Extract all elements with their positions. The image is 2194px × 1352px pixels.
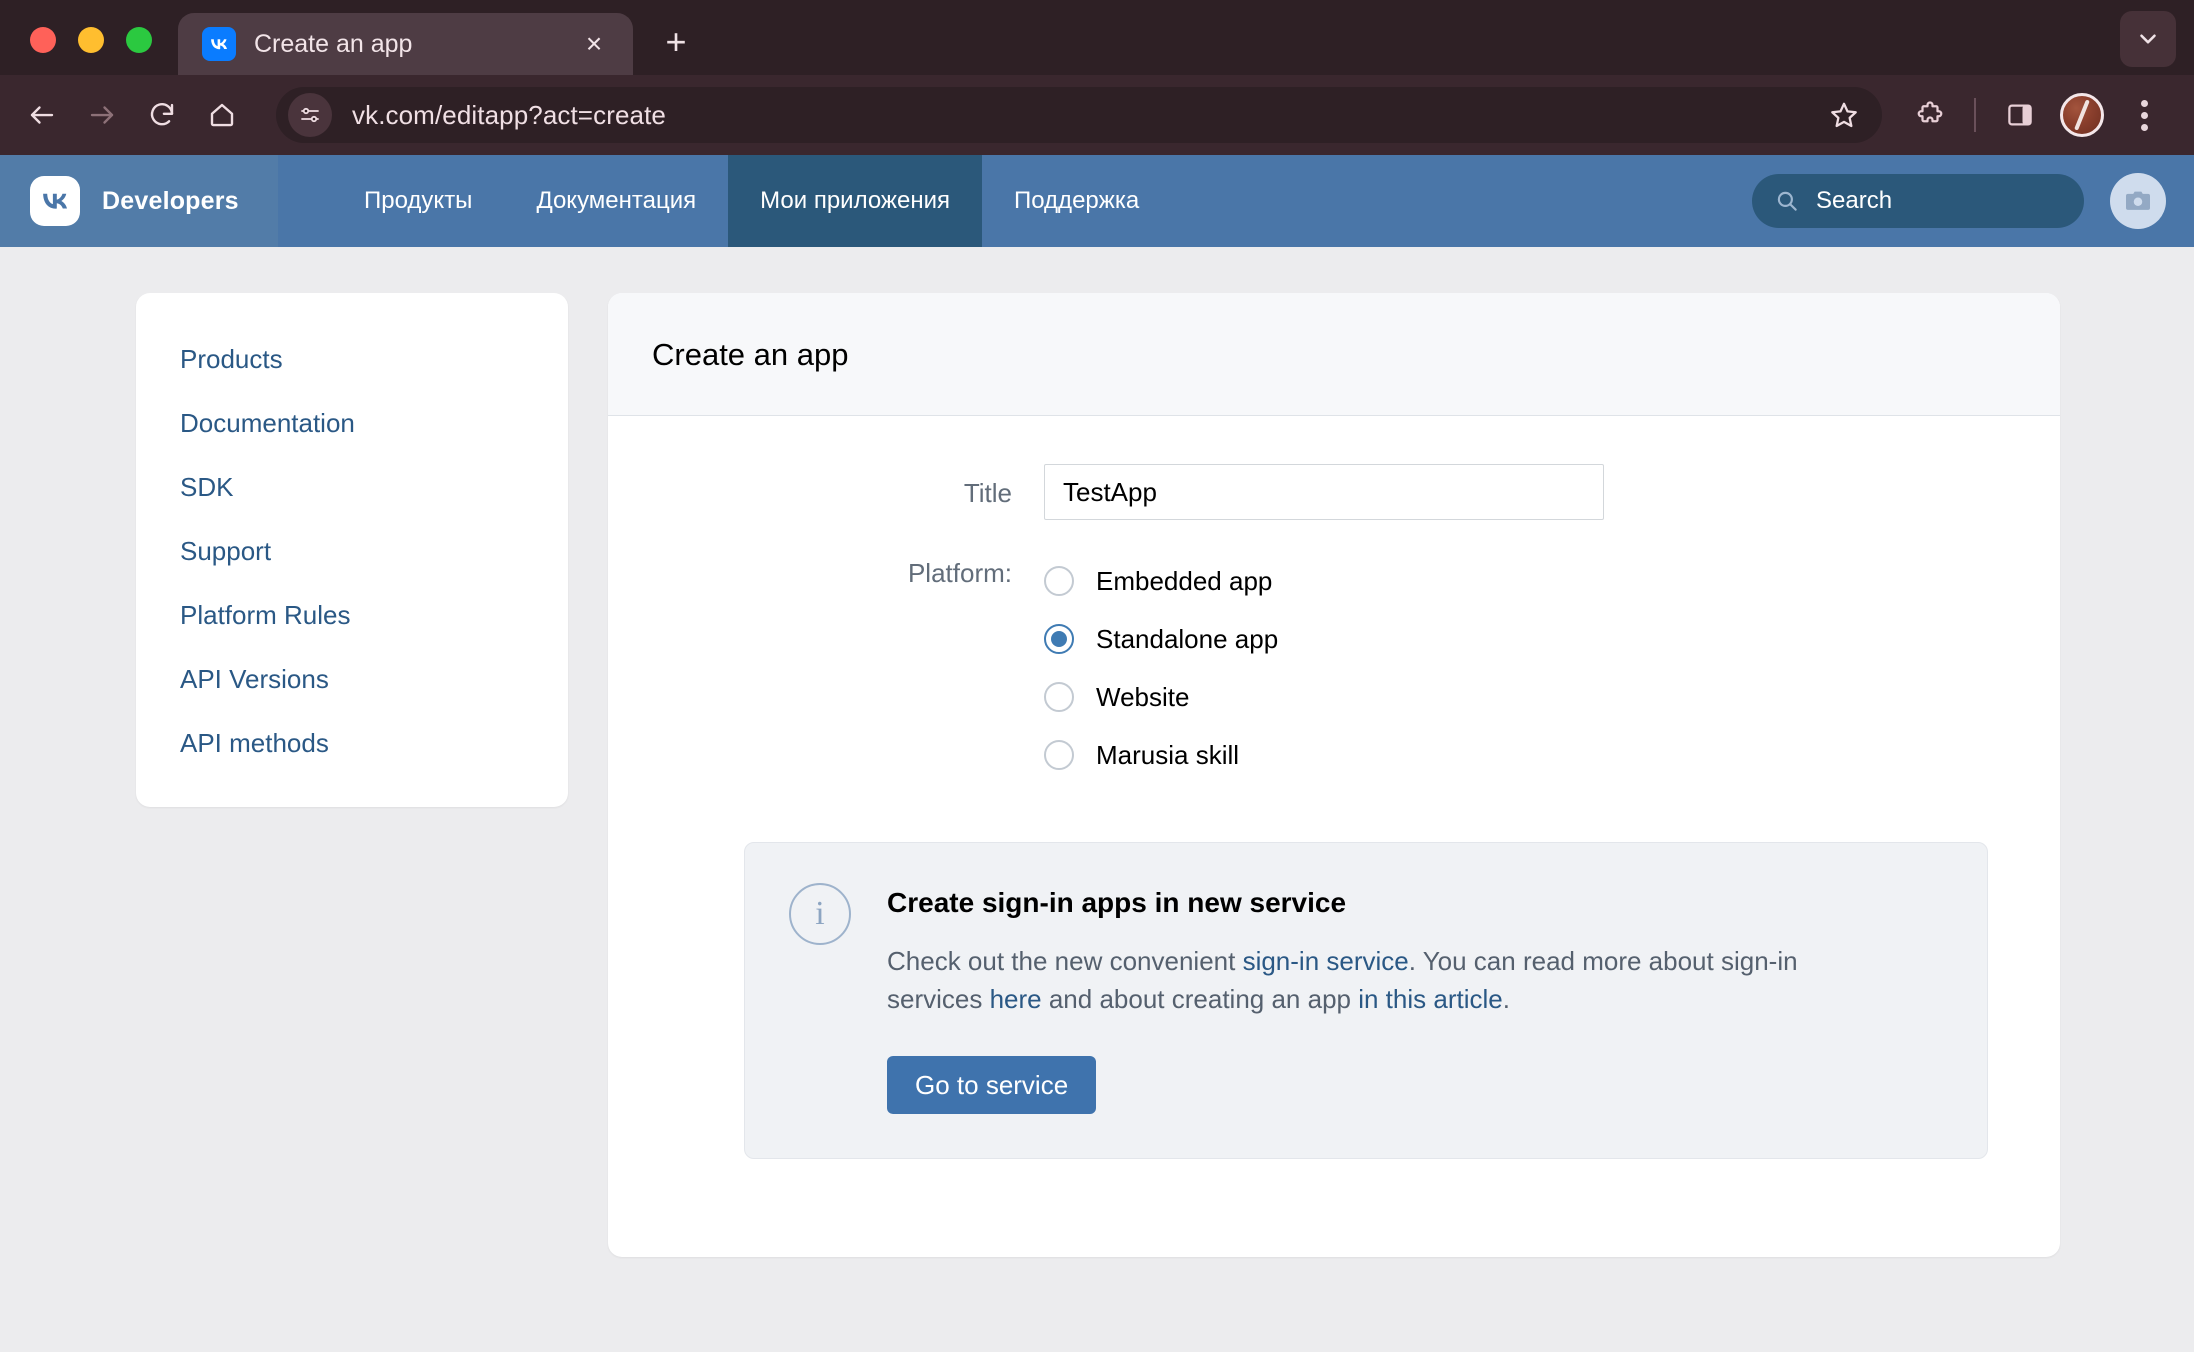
radio-circle-icon[interactable] [1044,740,1074,770]
browser-window: Create an app × + vk.com/editapp?act=cre… [0,0,2194,1352]
reload-icon[interactable] [134,87,190,143]
vk-logo-block[interactable]: Developers [0,155,278,247]
close-window-button[interactable] [30,27,56,53]
page-title: Create an app [652,337,849,372]
search-icon [1777,191,1797,211]
title-field-row: Title [608,464,2060,520]
sign-in-service-link[interactable]: sign-in service [1243,946,1409,976]
notice-text: Check out the new convenient sign-in ser… [887,943,1867,1018]
search-placeholder-text: Search [1816,187,1893,214]
create-app-form: Title Platform: Embedded app [608,416,2060,1160]
nav-item-support[interactable]: Поддержка [982,155,1171,247]
vk-logo-icon [30,176,80,226]
go-to-service-button[interactable]: Go to service [887,1056,1097,1115]
page-content: Products Documentation SDK Support Platf… [0,247,2194,1257]
address-bar[interactable]: vk.com/editapp?act=create [276,87,1882,143]
radio-circle-selected-icon[interactable] [1044,624,1074,654]
nav-item-my-apps[interactable]: Мои приложения [728,155,982,247]
info-circle-icon: i [789,883,851,945]
sign-in-service-notice: i Create sign-in apps in new service Che… [744,842,1988,1160]
notice-text-part3: and about creating an app [1041,983,1359,1014]
browser-tab[interactable]: Create an app × [178,13,633,75]
radio-label: Website [1096,681,1190,712]
vk-main-nav: Продукты Документация Мои приложения Под… [332,155,1171,247]
radio-embedded-app[interactable]: Embedded app [1044,552,1278,610]
in-this-article-link[interactable]: in this article [1358,984,1503,1014]
sidebar-item-platform-rules[interactable]: Platform Rules [136,583,568,647]
minimize-window-button[interactable] [78,27,104,53]
notice-title: Create sign-in apps in new service [887,887,1347,918]
radio-circle-icon[interactable] [1044,682,1074,712]
maximize-window-button[interactable] [126,27,152,53]
radio-label: Standalone app [1096,623,1279,654]
chevron-down-icon[interactable] [2120,11,2176,67]
sidebar-item-sdk[interactable]: SDK [136,455,568,519]
nav-item-products[interactable]: Продукты [332,155,504,247]
platform-field-row: Platform: Embedded app Standalone app We… [608,544,2060,784]
platform-field-label: Platform: [907,558,1012,588]
tab-title: Create an app [254,29,413,58]
platform-radio-group: Embedded app Standalone app Website Maru… [1044,544,1278,784]
profile-avatar[interactable] [2060,93,2104,137]
window-controls [0,27,178,75]
title-field-label: Title [963,478,1012,508]
site-settings-icon[interactable] [288,93,332,137]
extensions-puzzle-icon[interactable] [1902,87,1958,143]
vk-brand-label: Developers [102,186,239,215]
radio-circle-icon[interactable] [1044,566,1074,596]
vk-site-header: Developers Продукты Документация Мои при… [0,155,2194,247]
vk-favicon-icon [202,27,236,61]
browser-toolbar: vk.com/editapp?act=create [0,75,2194,155]
radio-label: Marusia skill [1096,739,1240,770]
notice-text-part4: . [1502,983,1510,1014]
close-tab-button[interactable]: × [577,27,611,61]
search-input[interactable]: Search [1752,174,2084,228]
star-icon[interactable] [1820,91,1868,139]
home-icon[interactable] [194,87,250,143]
sidebar-item-documentation[interactable]: Documentation [136,391,568,455]
radio-label: Embedded app [1096,565,1273,596]
toolbar-divider [1974,98,1976,132]
sidebar-item-api-versions[interactable]: API Versions [136,647,568,711]
radio-website[interactable]: Website [1044,668,1278,726]
here-link[interactable]: here [990,984,1042,1014]
tab-strip: Create an app × + [0,0,2194,75]
nav-item-documentation[interactable]: Документация [504,155,728,247]
sidebar-item-api-methods[interactable]: API methods [136,711,568,775]
title-input[interactable] [1044,464,1604,520]
url-text: vk.com/editapp?act=create [352,99,666,130]
new-tab-button[interactable]: + [649,15,703,69]
sidebar-item-products[interactable]: Products [136,327,568,391]
card-header: Create an app [608,293,2060,416]
back-arrow-icon[interactable] [14,87,70,143]
radio-marusia-skill[interactable]: Marusia skill [1044,726,1278,784]
forward-arrow-icon[interactable] [74,87,130,143]
side-panel-icon[interactable] [1992,87,2048,143]
three-dot-menu-icon[interactable] [2116,87,2172,143]
radio-standalone-app[interactable]: Standalone app [1044,610,1278,668]
vk-header-right: Search [1171,155,2194,247]
camera-avatar-icon[interactable] [2110,173,2166,229]
notice-text-part1: Check out the new convenient [887,946,1243,976]
sidebar-nav: Products Documentation SDK Support Platf… [136,293,568,807]
notice-body: Create sign-in apps in new service Check… [887,883,1943,1115]
main-card: Create an app Title Platform: Embedded a… [608,293,2060,1257]
sidebar-item-support[interactable]: Support [136,519,568,583]
page-viewport: Developers Продукты Документация Мои при… [0,155,2194,1352]
